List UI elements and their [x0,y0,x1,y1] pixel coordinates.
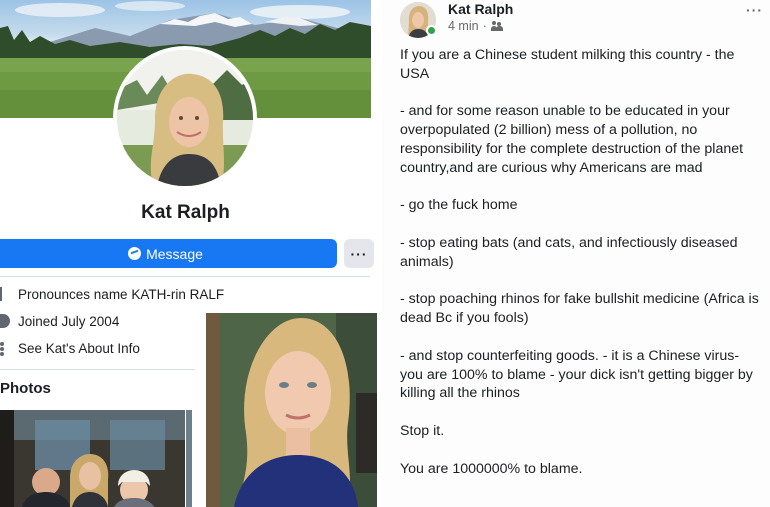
post-paragraph: If you are a Chinese student milking thi… [400,47,735,82]
pronunciation-icon [0,287,10,301]
photo-thumbnail[interactable] [186,410,192,507]
post-author-name[interactable]: Kat Ralph [448,1,513,17]
more-info-icon [0,341,10,356]
photos-section-title[interactable]: Photos [0,380,51,397]
post-paragraph: Stop it. [400,422,445,439]
photo-thumbnail[interactable] [206,313,377,507]
friends-icon[interactable] [490,21,503,31]
post-paragraph: - stop poaching rhinos for fake bullshit… [400,291,759,327]
messenger-icon [128,247,142,260]
post-text: If you are a Chinese student milking thi… [400,46,762,497]
clock-icon [0,314,10,328]
post-paragraph: - stop eating bats (and cats, and infect… [400,234,738,270]
photo-thumbnail[interactable] [0,410,185,507]
intro-joined-text: Joined July 2004 [18,313,120,329]
profile-picture[interactable] [113,46,257,190]
post-panel: Kat Ralph 4 min · ··· If you are a Chine… [382,0,770,507]
divider [0,369,195,370]
divider [0,276,370,277]
post-paragraph: You are 1000000% to blame. [400,460,583,477]
profile-name: Kat Ralph [141,202,230,223]
meta-separator: · [482,19,487,33]
post-paragraph: - go the fuck home [400,197,518,214]
post-meta: 4 min · [448,19,503,33]
post-paragraph: - and for some reason unable to be educa… [400,103,744,176]
post-options-button[interactable]: ··· [746,2,763,18]
intro-pronunciation-text: Pronounces name KATH-rin RALF [18,286,225,302]
more-options-button[interactable]: ··· [344,239,374,268]
online-status-indicator [426,25,437,36]
post-paragraph: - and stop counterfeiting goods. - it is… [400,347,753,402]
intro-about-link[interactable]: See Kat's About Info [0,338,140,358]
profile-panel: Kat Ralph Message ··· Pronounces name KA… [0,0,377,507]
message-button[interactable]: Message [0,239,337,268]
intro-joined: Joined July 2004 [0,311,119,331]
post-timestamp[interactable]: 4 min [448,19,479,33]
message-button-label: Message [146,245,203,262]
intro-pronunciation: Pronounces name KATH-rin RALF [0,284,224,304]
intro-about-text[interactable]: See Kat's About Info [18,341,140,356]
